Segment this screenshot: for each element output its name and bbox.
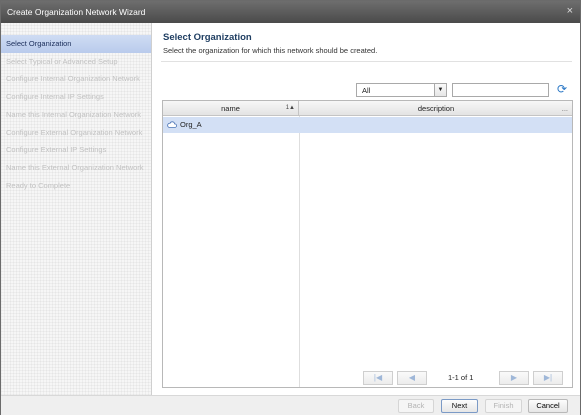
first-page-button[interactable]: |◀	[363, 371, 393, 385]
cloud-icon	[167, 121, 177, 128]
wizard-window: Create Organization Network Wizard × Sel…	[0, 0, 581, 415]
search-input[interactable]	[452, 83, 549, 97]
back-button[interactable]: Back	[398, 399, 434, 413]
next-button[interactable]: Next	[441, 399, 478, 413]
column-menu-icon[interactable]: ...	[562, 101, 568, 116]
table-header: name 1▲ description ...	[163, 101, 572, 116]
column-header-label: description	[417, 104, 455, 113]
step-configure-external-network: Configure External Organization Network	[6, 128, 143, 137]
main-panel: Select Organization Select the organizat…	[153, 23, 580, 395]
title-bar: Create Organization Network Wizard ×	[1, 1, 580, 23]
next-page-button[interactable]: ▶	[499, 371, 529, 385]
pagination-status: 1-1 of 1	[448, 373, 474, 382]
filter-selected-value: All	[362, 86, 371, 95]
step-name-internal-network: Name this Internal Organization Network	[6, 110, 142, 119]
step-configure-internal-ip: Configure Internal IP Settings	[6, 92, 104, 101]
wizard-steps-sidebar: Select Organization Select Typical or Ad…	[1, 23, 152, 395]
step-select-setup: Select Typical or Advanced Setup	[6, 57, 118, 66]
column-header-name[interactable]: name 1▲	[163, 101, 299, 116]
page-subtitle: Select the organization for which this n…	[163, 46, 378, 55]
close-icon[interactable]: ×	[567, 5, 573, 17]
step-configure-external-ip: Configure External IP Settings	[6, 145, 107, 154]
last-page-button[interactable]: ▶|	[533, 371, 563, 385]
divider	[161, 61, 572, 62]
refresh-icon[interactable]: ⟳	[555, 82, 569, 96]
column-header-label: name	[221, 104, 240, 113]
organizations-table: name 1▲ description ... Org_A	[162, 100, 573, 388]
step-configure-internal-network: Configure Internal Organization Network	[6, 74, 140, 83]
sort-ascending-icon[interactable]: 1▲	[286, 101, 295, 116]
table-row[interactable]: Org_A	[163, 117, 572, 133]
column-header-description[interactable]: description ...	[300, 101, 572, 116]
step-name-external-network: Name this External Organization Network	[6, 163, 144, 172]
chevron-down-icon[interactable]: ▼	[434, 84, 446, 96]
cell-org-name: Org_A	[180, 120, 202, 129]
wizard-footer: Back Next Finish Cancel	[1, 395, 580, 415]
cancel-button[interactable]: Cancel	[528, 399, 568, 413]
page-title: Select Organization	[163, 32, 252, 43]
column-divider	[299, 116, 300, 387]
step-select-organization[interactable]: Select Organization	[1, 35, 151, 53]
filter-dropdown[interactable]: All ▼	[356, 83, 447, 97]
finish-button[interactable]: Finish	[485, 399, 522, 413]
step-ready-to-complete: Ready to Complete	[6, 181, 71, 190]
window-title: Create Organization Network Wizard	[7, 7, 146, 17]
prev-page-button[interactable]: ◀	[397, 371, 427, 385]
